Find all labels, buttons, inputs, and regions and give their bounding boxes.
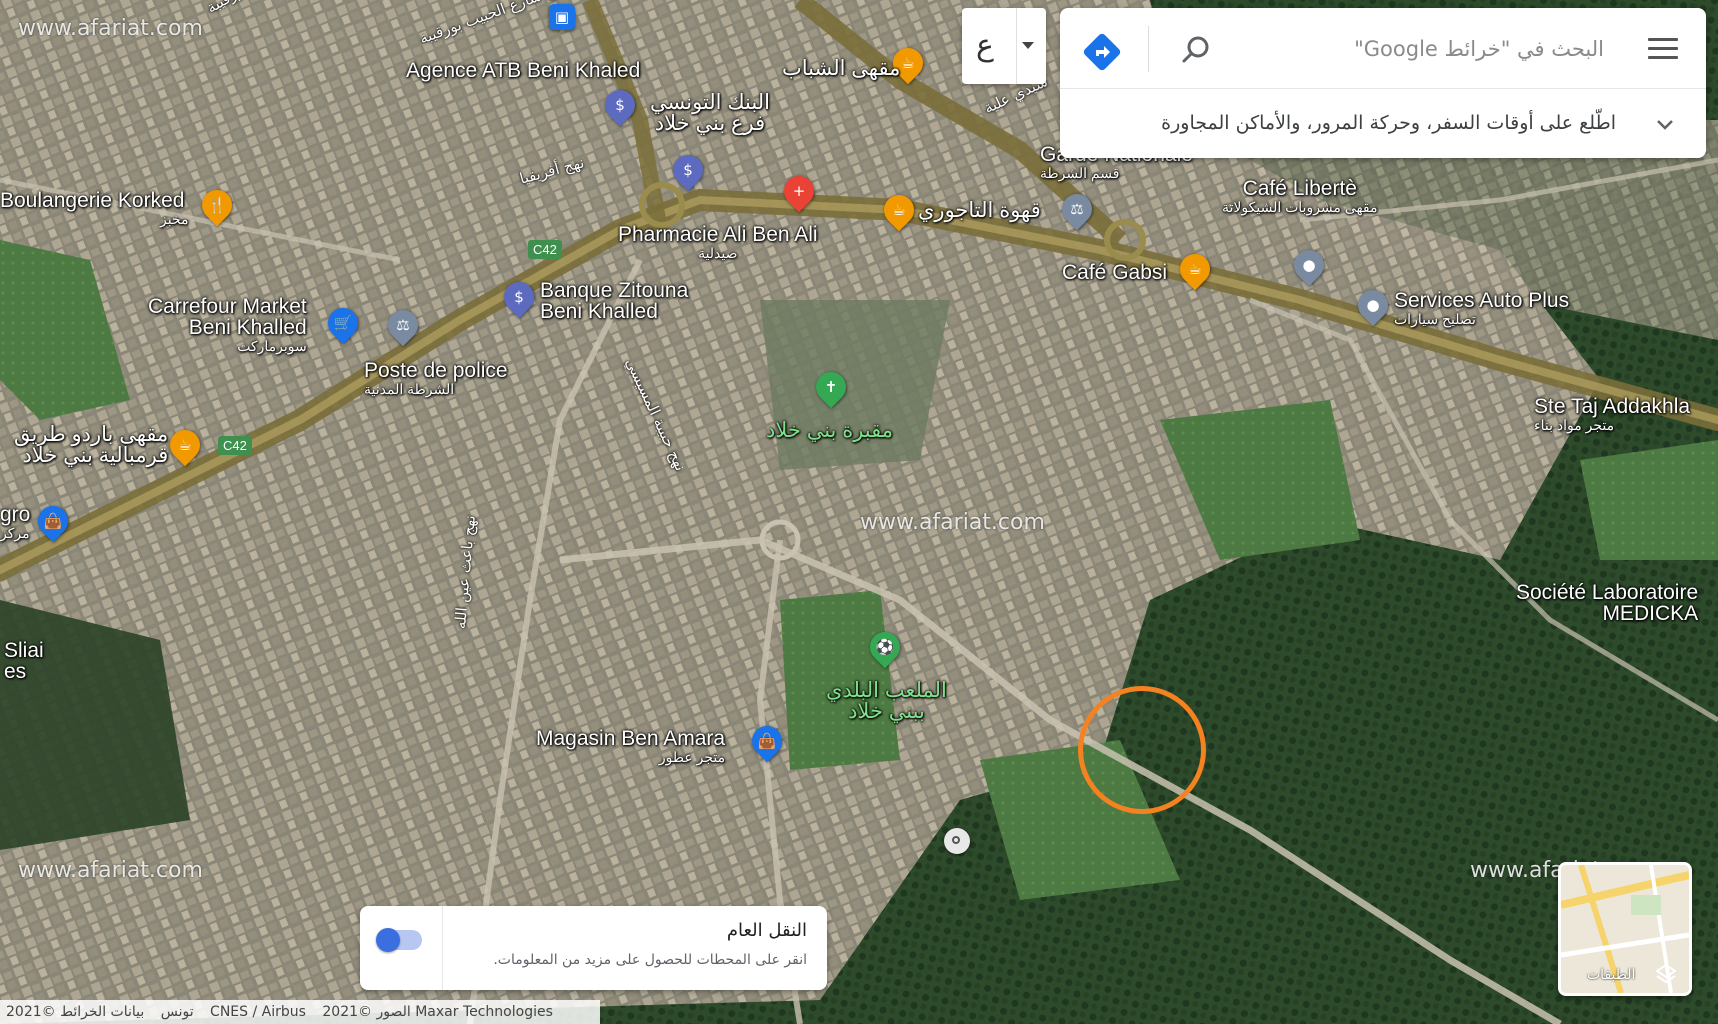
transit-panel[interactable]: النقل العام انقر على المحطات للحصول على … — [360, 906, 827, 990]
layers-label: الطبقات — [1587, 967, 1636, 983]
place-label-qahwa-tajouri[interactable]: قهوة التاجوري — [918, 200, 1041, 221]
divider — [1016, 8, 1017, 84]
watermark: www.afariat.com — [18, 858, 203, 883]
place-label-carrefour[interactable]: Carrefour Market Beni Khalled سوبرماركت — [148, 296, 307, 353]
place-label-cafe-gabsi[interactable]: Café Gabsi — [1062, 262, 1167, 283]
place-label-banque-tunisienne[interactable]: البنك التونسي فرع بني خلاد — [650, 92, 770, 134]
shopping-pin-icon[interactable]: 👜 — [745, 719, 789, 763]
place-label-cafe-bardo[interactable]: مقهى باردو طريق قرمبالية بني خلاد — [14, 424, 168, 466]
layers-button[interactable]: الطبقات — [1558, 862, 1692, 996]
road-shield-c42: C42 — [218, 436, 252, 455]
pharmacy-pin-icon[interactable]: + — [777, 169, 821, 213]
attribution-country[interactable]: تونس — [161, 1004, 194, 1020]
directions-icon[interactable] — [1082, 32, 1122, 72]
place-label-stadium[interactable]: الملعب البلدي ببني خلاد — [826, 680, 947, 722]
attribution-imagery: الصور ©2021 Maxar Technologies — [322, 1004, 553, 1020]
place-label-poste-police[interactable]: Poste de police الشرطة المدنية — [364, 360, 508, 396]
bus-stop-icon[interactable]: ▣ — [549, 4, 575, 30]
place-label-magasin-ben-amara[interactable]: Magasin Ben Amara متجر عطور — [536, 728, 725, 764]
cafe-pin-icon[interactable]: ☕ — [163, 423, 207, 467]
transit-description: انقر على المحطات للحصول على مزيد من المع… — [493, 952, 807, 968]
language-label: ع — [976, 28, 994, 63]
divider — [442, 906, 443, 990]
cafe-pin-icon[interactable]: ☕ — [877, 188, 921, 232]
place-pin-icon[interactable]: ● — [1287, 243, 1331, 287]
chevron-down-icon[interactable] — [1654, 114, 1676, 136]
restaurant-pin-icon[interactable]: 🍴 — [195, 183, 239, 227]
place-label-banque-zitouna[interactable]: Banque Zitouna Beni Khalled — [540, 280, 688, 322]
place-label-cafe-chabab[interactable]: مقهى الشباب — [782, 58, 900, 79]
search-input[interactable] — [1302, 28, 1606, 70]
attribution-bar: تونس بيانات الخرائط ©2021 CNES / Airbus … — [0, 1000, 600, 1024]
suggestion-row[interactable]: اطّلع على أوقات السفر، وحركة المرور، وال… — [1060, 90, 1706, 158]
shopping-pin-icon[interactable]: 👜 — [31, 499, 75, 543]
transit-toggle[interactable] — [376, 928, 422, 952]
place-label-cafe-liberte[interactable]: Café Libertè مقهى مشروبات الشيكولاتة — [1222, 178, 1378, 214]
suggestion-text: اطّلع على أوقات السفر، وحركة المرور، وال… — [1161, 112, 1616, 134]
place-label-medicka[interactable]: Société Laboratoire MEDICKA — [1516, 582, 1698, 624]
police-pin-icon[interactable]: ⚖ — [1055, 187, 1099, 231]
place-label-cemetery[interactable]: مقبرة بني خلاد — [766, 420, 893, 441]
menu-icon[interactable] — [1648, 38, 1678, 60]
place-label-edge-gro[interactable]: gro مركز — [0, 504, 30, 540]
highlight-circle — [1078, 686, 1206, 814]
cemetery-pin-icon[interactable]: ✝ — [809, 365, 853, 409]
watermark: www.afariat.com — [860, 510, 1045, 535]
road-shield-c42: C42 — [528, 240, 562, 259]
language-selector[interactable]: ع — [962, 8, 1046, 84]
transit-title: النقل العام — [726, 920, 807, 941]
place-label-taj-addakhla[interactable]: Ste Taj Addakhla متجر مواد بناء — [1534, 396, 1690, 432]
layers-icon — [1655, 963, 1677, 984]
location-marker-icon[interactable] — [944, 828, 970, 854]
attribution-map-data[interactable]: بيانات الخرائط ©2021 — [6, 1004, 144, 1020]
toggle-knob — [376, 928, 400, 952]
dropdown-arrow-icon[interactable] — [1022, 42, 1034, 49]
divider — [1148, 26, 1149, 72]
attribution-data: CNES / Airbus — [210, 1004, 306, 1020]
search-panel: اطّلع على أوقات السفر، وحركة المرور، وال… — [1060, 8, 1706, 158]
search-row — [1060, 8, 1706, 89]
police-pin-icon[interactable]: ⚖ — [381, 303, 425, 347]
place-pin-icon[interactable]: ● — [1351, 283, 1395, 327]
bank-pin-icon[interactable]: $ — [598, 83, 642, 127]
watermark: www.afariat.com — [18, 16, 203, 41]
place-label-boulangerie[interactable]: Boulangerie Korked مخبز — [0, 190, 189, 226]
cafe-pin-icon[interactable]: ☕ — [1173, 247, 1217, 291]
bank-pin-icon[interactable]: $ — [497, 275, 541, 319]
place-label-edge-sliai[interactable]: Sliai es — [4, 640, 44, 682]
place-label-atb[interactable]: Agence ATB Beni Khaled — [406, 60, 640, 81]
place-label-services-auto[interactable]: Services Auto Plus تصليح سيارات — [1394, 290, 1569, 326]
stadium-pin-icon[interactable]: ⚽ — [863, 625, 907, 669]
bank-pin-icon[interactable]: $ — [666, 148, 710, 192]
search-icon[interactable] — [1180, 34, 1212, 66]
place-label-pharmacie[interactable]: Pharmacie Ali Ben Ali صيدلية — [618, 224, 818, 260]
shopping-cart-pin-icon[interactable]: 🛒 — [321, 301, 365, 345]
